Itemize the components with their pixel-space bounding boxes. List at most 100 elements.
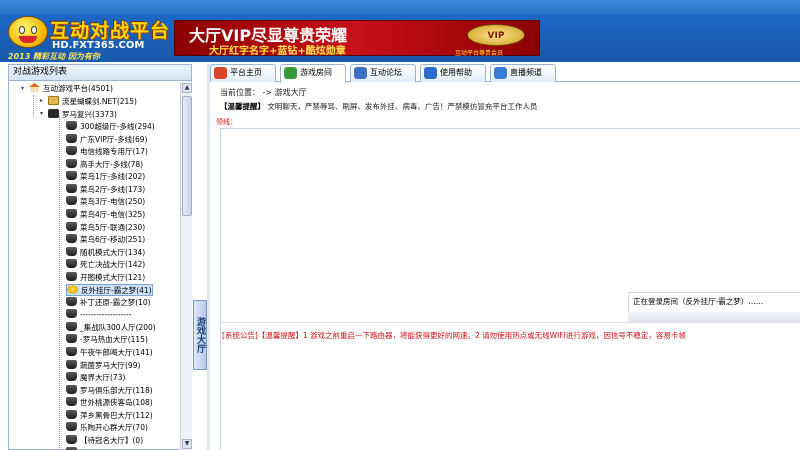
scroll-up-icon[interactable]: ▲ xyxy=(182,83,192,93)
game-hall-item[interactable]: 补丁还原-霸之梦(10) xyxy=(66,296,151,309)
tree-expander-icon[interactable]: ▸ xyxy=(38,98,45,105)
tree-item-label: _集战队300人厅(200) xyxy=(80,322,156,332)
room-icon xyxy=(66,221,77,231)
app-header: 互动对战平台 HD.FXT365.COM 2013 精彩互动 因为有你 大厅VI… xyxy=(0,0,800,62)
tree-scrollbar[interactable]: ▲ ▼ xyxy=(180,82,192,450)
game-hall-item[interactable]: 高手大厅-多线(78) xyxy=(66,158,143,171)
game-hall-item[interactable]: 菜鸟4厅-电信(325) xyxy=(66,208,145,221)
game-category-item[interactable]: 流星蝴蝶剑.NET(215) xyxy=(48,96,137,108)
game-category-item[interactable]: 罗马复兴(3373) xyxy=(48,108,117,121)
scroll-down-icon[interactable]: ▼ xyxy=(182,439,192,449)
room-icon xyxy=(66,334,77,344)
room-icon xyxy=(66,171,77,181)
game-hall-item[interactable]: ------------------- xyxy=(66,309,131,321)
game-hall-item[interactable]: 世外桃源侠客岛(108) xyxy=(66,397,153,409)
tree-item-label: ------------------- xyxy=(80,310,132,320)
tree-item-label: 流星蝴蝶剑.NET(215) xyxy=(62,97,137,106)
game-hall-item[interactable]: 蔬菌罗马大厅(99) xyxy=(66,359,140,372)
tree-item-label: 萍乡黑骨巴大厅(112) xyxy=(80,410,153,420)
room-icon xyxy=(66,359,77,369)
game-hall-side-tab[interactable]: 游戏大厅 xyxy=(193,300,207,370)
game-hall-item[interactable]: 300超级厅-多线(294) xyxy=(66,121,155,133)
room-icon xyxy=(66,397,77,407)
tree-item-label: 【待冠名大厅】(0) xyxy=(80,435,144,445)
room-icon xyxy=(66,259,77,269)
tree-item-label: 广东VIP厅-多线(69) xyxy=(80,134,148,144)
game-hall-item[interactable]: 随机模式大厅(134) xyxy=(66,246,145,259)
game-hall-item[interactable]: 【待冠名大厅】(0) xyxy=(66,434,144,447)
game-hall-item[interactable]: 广东VIP厅-多线(69) xyxy=(66,133,148,146)
game-hall-item[interactable]: 罗马俱乐部大厅(118) xyxy=(66,384,153,397)
tree-item-label: 乐陶开心群大厅(70) xyxy=(80,423,148,433)
game-hall-item[interactable]: 电信线路专用厅(17) xyxy=(66,146,148,158)
room-icon xyxy=(66,146,77,156)
scroll-thumb[interactable] xyxy=(182,96,192,216)
tab-label: 游戏房间 xyxy=(300,68,332,77)
tree-guide-line xyxy=(59,116,60,450)
logo-slogan: 2013 精彩互动 因为有你 xyxy=(8,52,100,61)
game-hall-item[interactable]: 萍乡黑骨巴大厅(112) xyxy=(66,409,153,422)
tab-5[interactable]: 直播频道 xyxy=(490,64,556,82)
game-hall-item[interactable]: 死亡决战大厅(142) xyxy=(66,259,145,271)
tree-root[interactable]: 互动游戏平台(4501) xyxy=(29,83,113,95)
breadcrumb-label: 当前位置： xyxy=(220,88,260,97)
tab-label: 使用帮助 xyxy=(440,68,472,77)
active-room-icon xyxy=(67,285,78,295)
panel-splitter[interactable] xyxy=(207,64,210,450)
tab-label: 直播频道 xyxy=(510,68,542,77)
tree-item-label: 死亡决战大厅(142) xyxy=(80,260,146,270)
tree-item-label: 电信线路专用厅(17) xyxy=(80,147,148,157)
tree-item-label: 魔界大厅(73) xyxy=(80,373,126,383)
game-hall-item[interactable]: -罗马热血大厅(115) xyxy=(66,334,148,346)
reminder-text: 文明聊天，严禁辱骂、刷屏、发布外挂、病毒、广告！严禁模仿冒充平台工作人员 xyxy=(267,102,538,111)
tree-item-label: 反外挂厅-霸之梦(41) xyxy=(81,286,152,296)
game-hall-item[interactable]: 菜鸟1厅-多线(202) xyxy=(66,171,145,183)
tree-item-label: 补丁还原-霸之梦(10) xyxy=(80,297,151,307)
top-strip xyxy=(0,0,800,14)
reminder-tag: 【温馨提醒】 xyxy=(220,102,265,111)
room-icon xyxy=(66,296,77,306)
game-hall-item[interactable]: 乐陶开心群大厅(70) xyxy=(66,422,148,434)
room-icon xyxy=(66,121,77,131)
tree-item-label: 菜鸟5厅-联通(230) xyxy=(80,222,146,232)
game-hall-item[interactable]: 菜鸟5厅-联通(230) xyxy=(66,221,146,234)
tree-item-label: 菜鸟3厅-电信(250) xyxy=(80,197,146,207)
route-label: 领线： xyxy=(216,118,237,126)
tab-icon xyxy=(214,67,227,79)
tab-4[interactable]: 使用帮助 xyxy=(420,64,486,82)
room-icon xyxy=(66,183,77,193)
tab-3[interactable]: 互动论坛 xyxy=(350,64,416,82)
game-hall-item[interactable]: 魔界大厅(73) xyxy=(66,372,125,384)
room-icon xyxy=(66,321,77,331)
entering-room-status: 正在登录房间（反外挂厅-霸之梦）…… xyxy=(628,292,800,312)
tab-icon xyxy=(354,67,367,79)
game-hall-item[interactable]: 开图模式大厅(121) xyxy=(66,271,145,284)
vip-banner[interactable]: 大厅VIP尽显尊贵荣耀 大厅红字名字+蓝钻+酷炫勋章 VIP 互动平台尊贵会员 xyxy=(174,20,540,57)
game-hall-item[interactable]: 菜鸟6厅-移动(251) xyxy=(66,234,145,246)
game-hall-item[interactable]: 午夜牛郎喝大厅(141) xyxy=(66,347,153,359)
tab-label: 平台主页 xyxy=(230,68,262,77)
game-hall-item[interactable]: 反外挂厅-霸之梦(41) xyxy=(66,284,153,297)
tree-root-label: 互动游戏平台(4501) xyxy=(43,84,113,93)
game-hall-item[interactable]: 菜鸟3厅-电信(250) xyxy=(66,196,145,208)
game-hall-item[interactable]: 菜鸟2厅-多线(173) xyxy=(66,183,146,196)
folder-icon xyxy=(48,96,59,105)
banner-emblem-caption: 互动平台尊贵会员 xyxy=(455,50,504,57)
room-icon xyxy=(66,271,77,281)
vip-emblem-icon: VIP xyxy=(467,24,525,46)
breadcrumb-path: -> 游戏大厅 xyxy=(262,88,307,97)
tree-expander-icon[interactable]: ▾ xyxy=(38,110,45,118)
warm-reminder: 【温馨提醒】 文明聊天，严禁辱骂、刷屏、发布外挂、病毒、广告！严禁模仿冒充平台工… xyxy=(220,101,537,112)
tab-icon xyxy=(424,67,437,79)
game-list-title: 对战游戏列表 xyxy=(9,65,191,81)
game-hall-item[interactable]: _集战队300人厅(200) xyxy=(66,321,156,334)
game-tree: ▾ 互动游戏平台(4501) ▸ 流星蝴蝶剑.NET(215) ▾ 罗马复兴(3373… xyxy=(9,82,181,450)
tree-item-label: 菜鸟2厅-多线(173) xyxy=(80,184,146,194)
room-content-area xyxy=(220,128,800,450)
tab-2[interactable]: 游戏房间 xyxy=(280,64,346,83)
breadcrumb: 当前位置： -> 游戏大厅 xyxy=(220,87,307,98)
tree-item-label: 世外桃源侠客岛(108) xyxy=(80,398,153,408)
root-collapse-icon[interactable]: ▾ xyxy=(19,86,26,93)
tab-1[interactable]: 平台主页 xyxy=(210,64,276,82)
entering-progress xyxy=(628,312,800,322)
